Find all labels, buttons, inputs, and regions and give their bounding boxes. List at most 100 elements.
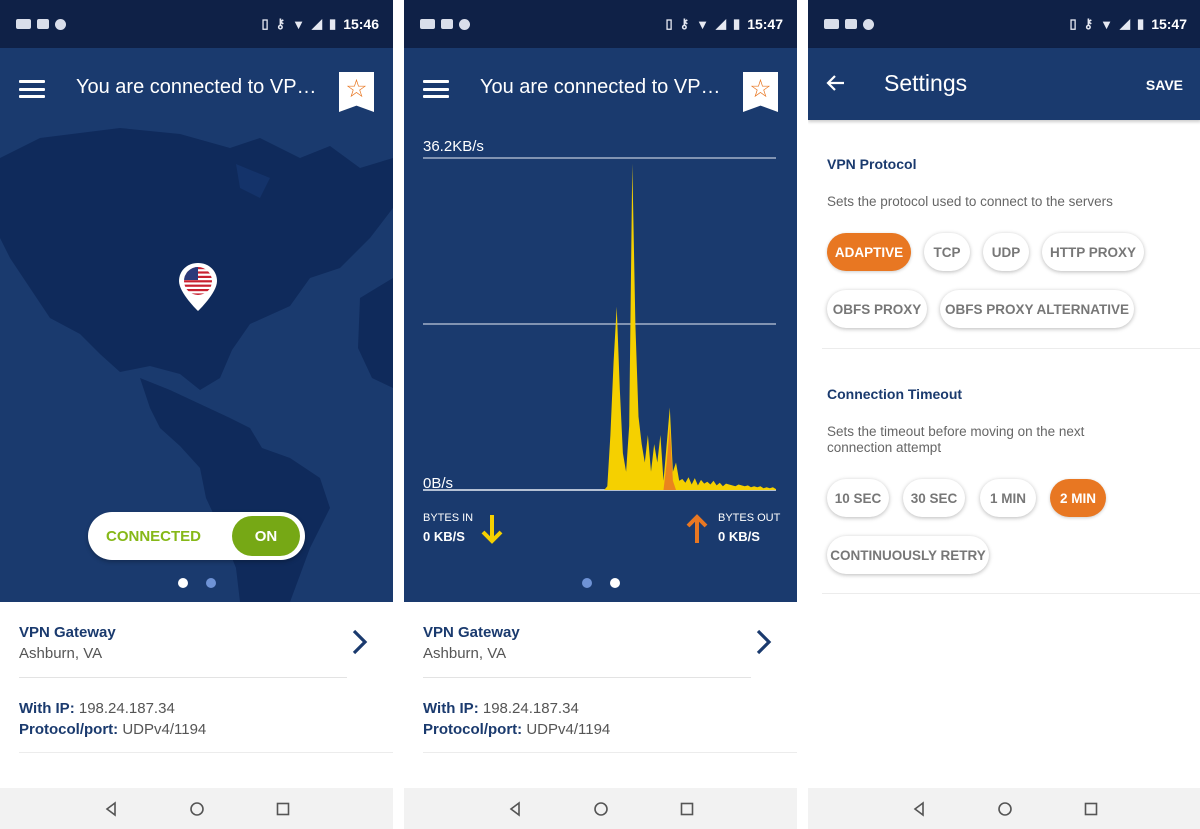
arrow-down-icon (481, 515, 503, 544)
page-dot-active[interactable] (609, 578, 620, 588)
ip-value: 198.24.187.34 (482, 700, 579, 717)
back-arrow-icon[interactable] (826, 73, 846, 93)
timeout-chip-1-min[interactable]: 1 MIN (980, 479, 1036, 517)
vpn-protocol-heading: VPN Protocol (827, 156, 917, 172)
chart-y-max-label: 36.2KB/s (423, 138, 484, 155)
favorite-star-icon[interactable]: ☆ (339, 72, 374, 112)
protocol-chip-udp[interactable]: UDP (983, 233, 1029, 271)
system-nav-bar (0, 788, 393, 829)
home-nav-icon[interactable] (997, 801, 1013, 817)
favorite-star-icon[interactable]: ☆ (743, 72, 778, 112)
protocol-value: UDPv4/1194 (526, 721, 611, 738)
connection-timeout-heading: Connection Timeout (827, 386, 963, 402)
timeout-chip-2-min[interactable]: 2 MIN (1050, 479, 1106, 517)
bytes-in-label: BYTES IN (423, 512, 474, 524)
vibrate-icon: ▯ (1069, 16, 1077, 31)
connection-title: You are connected to VP… (76, 76, 316, 98)
chevron-right-icon[interactable] (350, 628, 370, 656)
back-nav-icon[interactable] (507, 800, 523, 817)
protocol-chip-tcp[interactable]: TCP (924, 233, 970, 271)
battery-icon: ▮ (733, 16, 741, 31)
bytes-out-area-series (423, 425, 776, 490)
ip-row: With IP: 198.24.187.34 (19, 700, 175, 717)
page-dot-active[interactable] (177, 578, 188, 588)
page-indicator (404, 578, 797, 588)
menu-icon[interactable] (19, 80, 45, 98)
image-notification-icon (845, 19, 857, 29)
toggle-on-knob[interactable]: ON (232, 516, 300, 556)
system-nav-bar (404, 788, 797, 829)
divider (822, 593, 1200, 594)
bytes-in-value: 0 KB/S (423, 529, 465, 544)
battery-icon: ▮ (329, 16, 337, 31)
bytes-in-block: BYTES IN 0 KB/S (423, 512, 473, 544)
protocol-chip-obfs-proxy[interactable]: OBFS PROXY (827, 290, 927, 328)
recents-nav-icon[interactable] (275, 801, 291, 817)
recents-nav-icon[interactable] (1083, 801, 1099, 817)
connection-toggle[interactable]: CONNECTED ON (88, 512, 305, 560)
signal-icon: ◢ (716, 16, 727, 31)
page-dot[interactable] (205, 578, 216, 588)
back-nav-icon[interactable] (911, 800, 927, 817)
menu-icon[interactable] (423, 80, 449, 98)
home-nav-icon[interactable] (593, 801, 609, 817)
timeout-chip-10-sec[interactable]: 10 SEC (827, 479, 889, 517)
back-nav-icon[interactable] (103, 800, 119, 817)
home-nav-icon[interactable] (189, 801, 205, 817)
vibrate-icon: ▯ (665, 16, 673, 31)
connection-title: You are connected to VP… (480, 76, 720, 98)
chart-y-min-label: 0B/s (423, 475, 454, 492)
key-icon: ⚷ (275, 16, 286, 31)
image-notification-icon (441, 19, 453, 29)
chevron-right-icon[interactable] (754, 628, 774, 656)
gateway-info-panel: VPN Gateway Ashburn, VA With IP: 198.24.… (0, 602, 393, 788)
divider (423, 752, 797, 753)
bytes-out-block: BYTES OUT 0 KB/S (718, 512, 780, 544)
screen-settings: ▯ ⚷ ▼ ◢ ▮ 15:47 Settings SAVE VPN Protoc… (808, 0, 1200, 829)
protocol-chip-http-proxy[interactable]: HTTP PROXY (1042, 233, 1144, 271)
protocol-row: Protocol/port: UDPv4/1194 (19, 721, 206, 738)
page-indicator (0, 578, 393, 588)
protocol-chip-adaptive[interactable]: ADAPTIVE (827, 233, 911, 271)
status-bar: ▯ ⚷ ▼ ◢ ▮ 15:47 (404, 0, 797, 48)
traffic-chart (423, 157, 776, 491)
settings-title: Settings (884, 70, 968, 96)
ip-row: With IP: 198.24.187.34 (423, 700, 579, 717)
vpn-key-notification-icon (824, 19, 839, 29)
timeout-chip-30-sec[interactable]: 30 SEC (903, 479, 965, 517)
divider (19, 752, 393, 753)
ip-label: With IP: (423, 700, 479, 717)
settings-app-bar: Settings SAVE (808, 48, 1200, 120)
circle-notification-icon (459, 18, 470, 30)
ip-value: 198.24.187.34 (78, 700, 175, 717)
page-dot[interactable] (581, 578, 592, 588)
save-button[interactable]: SAVE (1146, 77, 1183, 93)
connection-status-label: CONNECTED (106, 528, 202, 545)
bytes-out-value: 0 KB/S (718, 529, 760, 544)
screen-map: ▯ ⚷ ▼ ◢ ▮ 15:46 You are connected to VP…… (0, 0, 393, 829)
status-time: 15:47 (1151, 16, 1187, 32)
protocol-chip-obfs-proxy-alternative[interactable]: OBFS PROXY ALTERNATIVE (940, 290, 1134, 328)
gateway-info-panel: VPN Gateway Ashburn, VA With IP: 198.24.… (404, 602, 797, 788)
screen-traffic: ▯ ⚷ ▼ ◢ ▮ 15:47 You are connected to VP…… (404, 0, 797, 829)
recents-nav-icon[interactable] (679, 801, 695, 817)
image-notification-icon (37, 19, 49, 29)
protocol-value: UDPv4/1194 (122, 721, 207, 738)
protocol-label: Protocol/port: (19, 721, 119, 738)
gateway-title: VPN Gateway (19, 624, 116, 641)
key-icon: ⚷ (679, 16, 690, 31)
gateway-location: Ashburn, VA (19, 645, 103, 662)
vibrate-icon: ▯ (261, 16, 269, 31)
timeout-chip-continuously-retry[interactable]: CONTINUOUSLY RETRY (827, 536, 989, 574)
us-flag-location-pin-icon[interactable] (178, 262, 218, 312)
circle-notification-icon (55, 18, 66, 30)
signal-icon: ◢ (1120, 16, 1131, 31)
protocol-row: Protocol/port: UDPv4/1194 (423, 721, 610, 738)
wifi-icon: ▼ (1100, 16, 1114, 32)
gateway-location: Ashburn, VA (423, 645, 507, 662)
key-icon: ⚷ (1083, 16, 1094, 31)
battery-icon: ▮ (1137, 16, 1145, 31)
divider (19, 677, 347, 678)
status-bar: ▯ ⚷ ▼ ◢ ▮ 15:47 (808, 0, 1200, 48)
vpn-key-notification-icon (420, 19, 435, 29)
